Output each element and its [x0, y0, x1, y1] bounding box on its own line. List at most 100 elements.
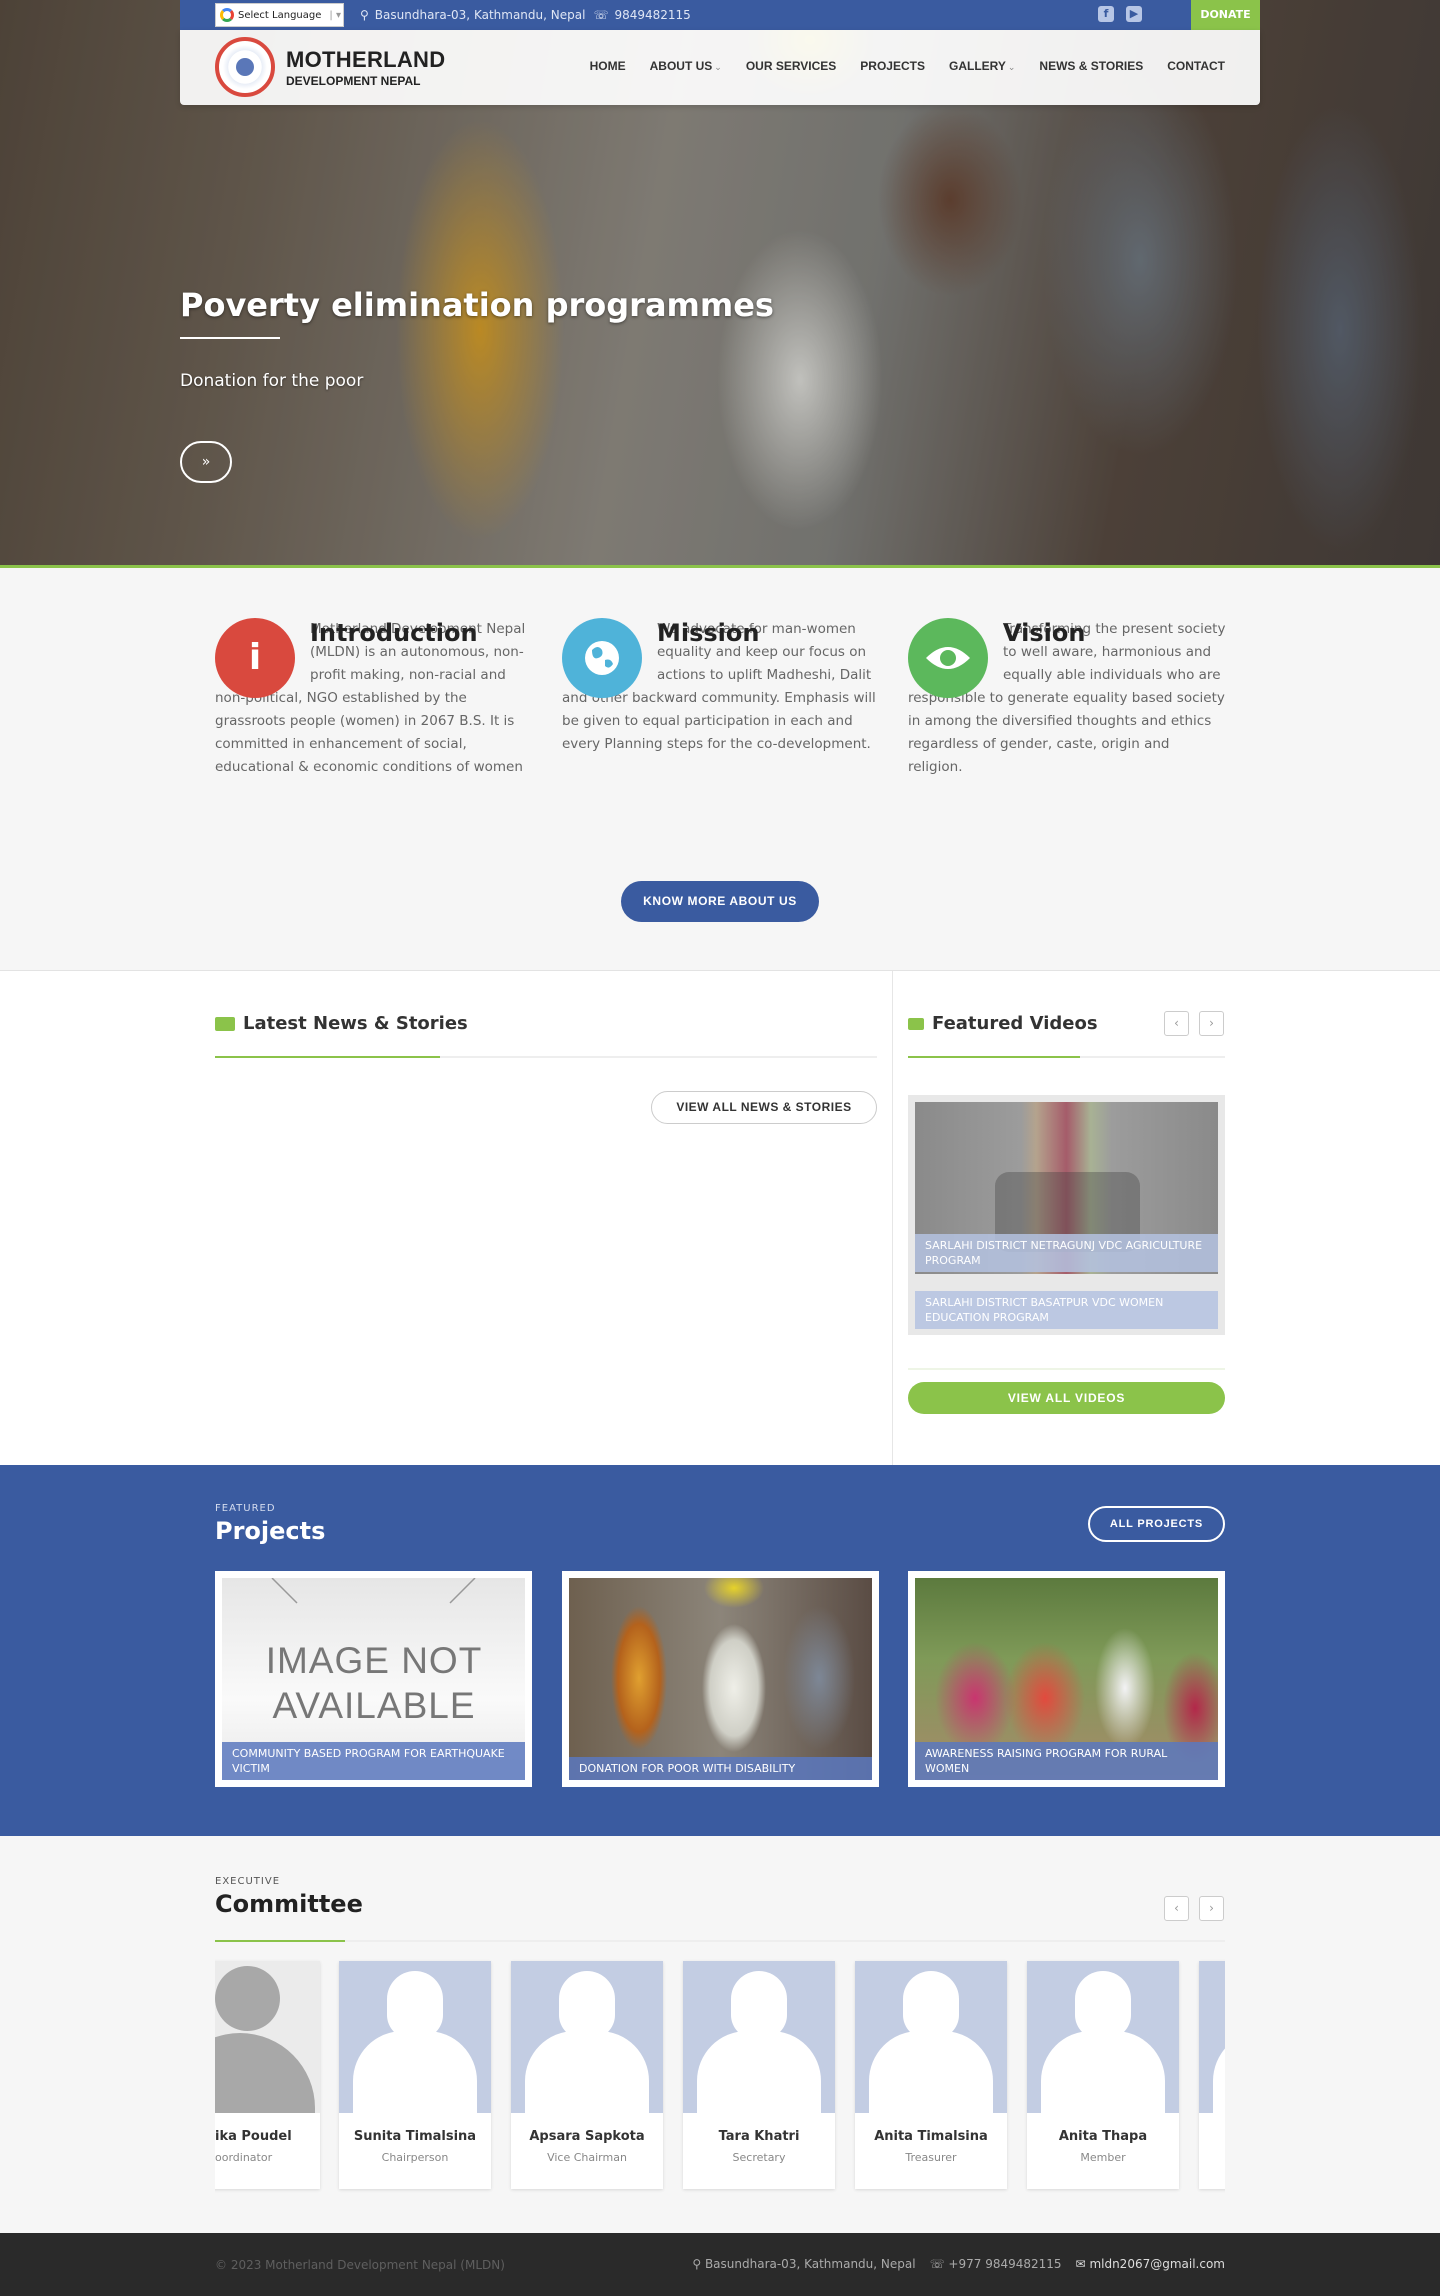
image-not-available-text: IMAGE NOT AVAILABLE	[264, 1638, 484, 1728]
nav-gallery[interactable]: GALLERY ⌄	[949, 59, 1015, 73]
member-card[interactable]: I	[1199, 1961, 1225, 2189]
map-marker-icon: ⚲	[692, 2257, 702, 2271]
newspaper-icon	[215, 1016, 235, 1031]
phone-icon: ☏	[593, 8, 609, 22]
project-card[interactable]: IMAGE NOT AVAILABLE COMMUNITY BASED PROGR…	[215, 1571, 532, 1787]
member-role: Treasurer	[905, 2151, 957, 2164]
phone-icon: ☏	[929, 2257, 945, 2271]
member-card[interactable]: Apsara Sapkota Vice Chairman	[511, 1961, 663, 2189]
project-caption: DONATION FOR POOR WITH DISABILITY	[569, 1757, 872, 1780]
google-icon	[220, 8, 234, 22]
projects-kicker: FEATURED	[215, 1503, 276, 1514]
avatar	[1027, 1961, 1179, 2113]
member-card[interactable]: Anita Thapa Member	[1027, 1961, 1179, 2189]
info-icon: i	[215, 618, 295, 698]
videos-prev-arrow[interactable]: ‹	[1164, 1011, 1189, 1036]
nav-gallery-label: GALLERY	[948, 59, 1006, 73]
view-all-news-button[interactable]: VIEW ALL NEWS & STORIES	[651, 1091, 877, 1124]
member-name: Tara Khatri	[718, 2129, 800, 2144]
top-address: Basundhara-03, Kathmandu, Nepal	[374, 8, 586, 22]
avatar	[215, 1961, 320, 2113]
avatar	[683, 1961, 835, 2113]
map-marker-icon: ⚲	[360, 8, 369, 22]
member-role: oordinator	[215, 2151, 273, 2164]
video-caption[interactable]: SARLAHI DISTRICT NETRAGUNJ VDC AGRICULTU…	[915, 1234, 1218, 1272]
top-bar: Select Language | ▾ ⚲ Basundhara-03, Kat…	[180, 0, 1260, 30]
chevron-down-icon: | ▾	[329, 9, 341, 21]
news-heading-accent	[215, 1056, 440, 1058]
footer-phone[interactable]: +977 9849482115	[948, 2257, 1061, 2271]
project-caption: AWARENESS RAISING PROGRAM FOR RURAL WOME…	[915, 1742, 1218, 1780]
member-name: Anita Timalsina	[874, 2129, 988, 2144]
project-caption: COMMUNITY BASED PROGRAM FOR EARTHQUAKE V…	[222, 1742, 525, 1780]
video-list: SARLAHI DISTRICT NETRAGUNJ VDC AGRICULTU…	[908, 1095, 1225, 1335]
intro-section: Motherland Development Nepal (MLDN) is a…	[0, 568, 1440, 971]
nav-news[interactable]: NEWS & STORIES	[1039, 59, 1143, 73]
footer-email[interactable]: mldn2067@gmail.com	[1089, 2257, 1225, 2271]
videos-next-arrow[interactable]: ›	[1199, 1011, 1224, 1036]
view-all-videos-button[interactable]: VIEW ALL VIDEOS	[908, 1382, 1225, 1414]
member-card[interactable]: Anita Timalsina Treasurer	[855, 1961, 1007, 2189]
footer: © 2023 Motherland Development Nepal (MLD…	[0, 2233, 1440, 2296]
member-card[interactable]: ika Poudel oordinator	[215, 1961, 320, 2189]
project-image	[569, 1578, 872, 1780]
language-select[interactable]: Select Language | ▾	[215, 3, 344, 27]
all-projects-button[interactable]: ALL PROJECTS	[1088, 1506, 1225, 1542]
nav-about-label: ABOUT US	[649, 59, 713, 73]
nav-projects[interactable]: PROJECTS	[860, 59, 925, 73]
news-title: Latest News & Stories	[243, 1013, 468, 1034]
envelope-icon: ✉	[1075, 2257, 1086, 2271]
videos-heading: Featured Videos	[908, 1013, 1098, 1034]
nav-about[interactable]: ABOUT US ⌄	[650, 59, 722, 73]
footer-address: Basundhara-03, Kathmandu, Nepal	[704, 2257, 916, 2271]
committee-section: EXECUTIVE Committee ‹ › ika Poudel oordi…	[0, 1836, 1440, 2233]
member-name: Apsara Sapkota	[529, 2129, 645, 2144]
member-role: Vice Chairman	[547, 2151, 627, 2164]
main-navbar: MOTHERLAND DEVELOPMENT NEPAL HOME ABOUT …	[180, 30, 1260, 105]
projects-section: FEATURED Projects ALL PROJECTS IMAGE NOT…	[0, 1465, 1440, 1836]
project-card[interactable]: DONATION FOR POOR WITH DISABILITY	[562, 1571, 879, 1787]
member-card[interactable]: Sunita Timalsina Chairperson	[339, 1961, 491, 2189]
contact-info: ⚲ Basundhara-03, Kathmandu, Nepal ☏ 9849…	[360, 0, 691, 30]
video-caption[interactable]: SARLAHI DISTRICT BASATPUR VDC WOMEN EDUC…	[915, 1291, 1218, 1329]
video-camera-icon	[908, 1017, 924, 1030]
member-name: Sunita Timalsina	[353, 2129, 477, 2144]
member-role: Chairperson	[381, 2151, 449, 2164]
news-videos-section: Latest News & Stories VIEW ALL NEWS & ST…	[0, 971, 1440, 1465]
member-card[interactable]: Tara Khatri Secretary	[683, 1961, 835, 2189]
logo[interactable]	[215, 37, 275, 97]
hero-next-button[interactable]: »	[180, 441, 232, 483]
top-phone: 9849482115	[614, 8, 691, 22]
introduction-title: Introduction	[310, 619, 478, 647]
member-name: ika Poudel	[215, 2129, 292, 2144]
videos-rule	[908, 1368, 1225, 1370]
brand-subtitle[interactable]: DEVELOPMENT NEPAL	[286, 74, 420, 88]
avatar	[339, 1961, 491, 2113]
arrow-right-icon: »	[201, 454, 211, 470]
chevron-left-icon: ‹	[1174, 1016, 1179, 1030]
youtube-icon[interactable]: ▶	[1126, 6, 1142, 22]
hero-title: Poverty elimination programmes	[180, 286, 774, 324]
chevron-down-icon: ⌄	[1007, 62, 1016, 72]
news-heading: Latest News & Stories	[215, 1013, 468, 1034]
nav-menu: HOME ABOUT US ⌄ OUR SERVICES PROJECTS GAL…	[590, 59, 1225, 73]
nav-home[interactable]: HOME	[590, 59, 626, 73]
copyright: © 2023 Motherland Development Nepal (MLD…	[215, 2258, 505, 2272]
member-name: I	[1199, 2129, 1225, 2144]
donate-button[interactable]: DONATE	[1191, 0, 1260, 30]
brand-name[interactable]: MOTHERLAND	[286, 47, 445, 73]
committee-carousel: ika Poudel oordinator Sunita Timalsina C…	[215, 1836, 1225, 2233]
videos-heading-accent	[908, 1056, 1080, 1058]
project-card[interactable]: AWARENESS RAISING PROGRAM FOR RURAL WOME…	[908, 1571, 1225, 1787]
avatar	[855, 1961, 1007, 2113]
videos-title: Featured Videos	[932, 1013, 1098, 1034]
nav-contact[interactable]: CONTACT	[1167, 59, 1225, 73]
nav-services[interactable]: OUR SERVICES	[746, 59, 836, 73]
avatar	[511, 1961, 663, 2113]
member-name: Anita Thapa	[1058, 2129, 1148, 2144]
know-more-button[interactable]: KNOW MORE ABOUT US	[621, 881, 819, 922]
vision-title: Vision	[1003, 619, 1086, 647]
avatar	[1199, 1961, 1225, 2113]
placeholder-line-2: AVAILABLE	[272, 1685, 476, 1726]
facebook-icon[interactable]: f	[1098, 6, 1114, 22]
